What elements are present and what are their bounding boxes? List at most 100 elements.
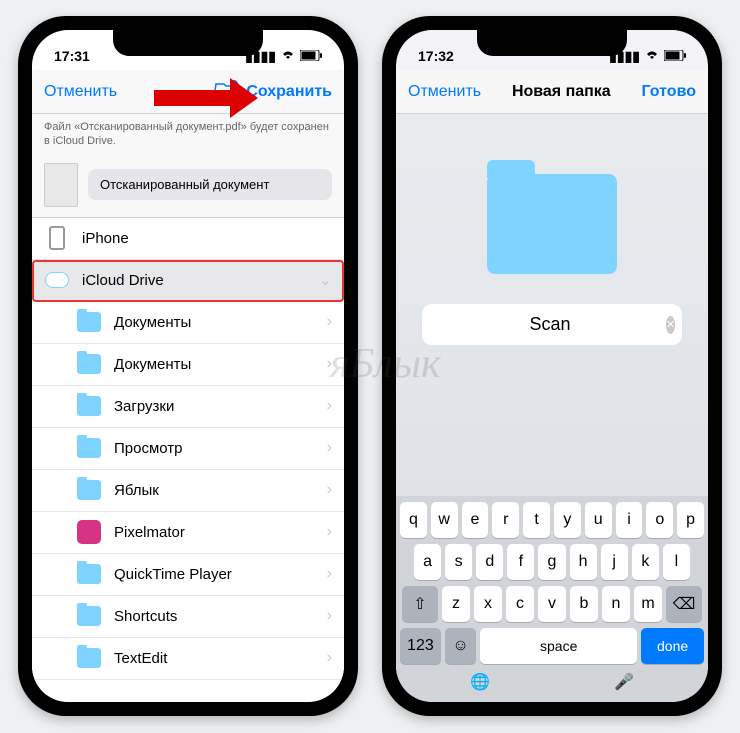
folder-name-input[interactable] — [434, 314, 666, 335]
folder-label: Документы — [114, 356, 327, 373]
folder-icon — [77, 480, 101, 500]
key-space[interactable]: space — [480, 628, 637, 664]
key-w[interactable]: w — [431, 502, 458, 538]
battery-icon — [664, 48, 686, 64]
folder-row[interactable]: TextEdit › — [32, 638, 344, 680]
key-emoji[interactable]: ☺ — [445, 628, 476, 664]
key-i[interactable]: i — [616, 502, 643, 538]
new-folder-content: ✕ — [396, 114, 708, 496]
folder-icon — [77, 354, 101, 374]
chevron-right-icon: › — [327, 565, 332, 583]
location-iphone[interactable]: iPhone — [32, 218, 344, 260]
folder-label: Документы — [114, 314, 327, 331]
document-name-field[interactable]: Отсканированный документ — [88, 169, 332, 200]
folder-icon — [77, 564, 101, 584]
iphone-icon — [49, 226, 65, 250]
document-row: Отсканированный документ — [32, 157, 344, 218]
key-r[interactable]: r — [492, 502, 519, 538]
folder-row[interactable]: QuickTime Player › — [32, 554, 344, 596]
folder-icon — [77, 438, 101, 458]
key-n[interactable]: n — [602, 586, 630, 622]
folder-row[interactable]: Документы › — [32, 344, 344, 386]
folder-label: Яблык — [114, 482, 327, 499]
folder-row[interactable]: Pixelmator › — [32, 512, 344, 554]
folder-label: Загрузки — [114, 398, 327, 415]
clear-input-button[interactable]: ✕ — [666, 316, 675, 334]
key-l[interactable]: l — [663, 544, 690, 580]
status-time: 17:32 — [418, 48, 454, 64]
large-folder-icon — [487, 174, 617, 274]
done-button[interactable]: Готово — [642, 83, 696, 101]
folder-name-field-wrap: ✕ — [422, 304, 682, 345]
key-o[interactable]: o — [646, 502, 673, 538]
key-y[interactable]: y — [554, 502, 581, 538]
key-t[interactable]: t — [523, 502, 550, 538]
folder-icon — [77, 396, 101, 416]
wifi-icon — [280, 48, 296, 64]
cloud-icon — [45, 272, 69, 288]
location-list: iPhone iCloud Drive ⌄ Документы › Докуме… — [32, 218, 344, 702]
folder-icon — [77, 648, 101, 668]
chevron-right-icon: › — [327, 355, 332, 373]
battery-icon — [300, 48, 322, 64]
key-d[interactable]: d — [476, 544, 503, 580]
key-backspace[interactable]: ⌫ — [666, 586, 702, 622]
chevron-right-icon: › — [327, 313, 332, 331]
nav-bar: Отменить Новая папка Готово — [396, 70, 708, 114]
chevron-right-icon: › — [327, 607, 332, 625]
key-e[interactable]: e — [462, 502, 489, 538]
phone-left: 17:31 ▮▮▮▮ Отменить Сохранить — [18, 16, 358, 716]
nav-title: Новая папка — [512, 83, 611, 101]
tutorial-arrow — [154, 90, 234, 106]
notch — [477, 30, 627, 56]
folder-label: Shortcuts — [114, 608, 327, 625]
folder-label: Просмотр — [114, 440, 327, 457]
location-icloud-drive[interactable]: iCloud Drive ⌄ — [32, 260, 344, 302]
chevron-right-icon: › — [327, 649, 332, 667]
key-g[interactable]: g — [538, 544, 565, 580]
key-u[interactable]: u — [585, 502, 612, 538]
key-b[interactable]: b — [570, 586, 598, 622]
location-label: iCloud Drive — [82, 272, 319, 289]
folder-row[interactable]: Просмотр › — [32, 428, 344, 470]
key-h[interactable]: h — [570, 544, 597, 580]
pixelmator-icon — [77, 520, 101, 544]
notch — [113, 30, 263, 56]
key-k[interactable]: k — [632, 544, 659, 580]
cancel-button[interactable]: Отменить — [44, 83, 117, 101]
chevron-right-icon: › — [327, 481, 332, 499]
key-x[interactable]: x — [474, 586, 502, 622]
save-button[interactable]: Сохранить — [246, 83, 332, 101]
folder-row[interactable]: Документы › — [32, 302, 344, 344]
status-time: 17:31 — [54, 48, 90, 64]
folder-row[interactable]: Загрузки › — [32, 386, 344, 428]
keyboard: q w e r t y u i o p a s d f g h j k l — [396, 496, 708, 702]
key-z[interactable]: z — [442, 586, 470, 622]
key-m[interactable]: m — [634, 586, 662, 622]
folder-row[interactable]: Shortcuts › — [32, 596, 344, 638]
folder-row[interactable]: Яблык › — [32, 470, 344, 512]
key-c[interactable]: c — [506, 586, 534, 622]
key-a[interactable]: a — [414, 544, 441, 580]
folder-icon — [77, 606, 101, 626]
key-123[interactable]: 123 — [400, 628, 441, 664]
key-p[interactable]: p — [677, 502, 704, 538]
key-shift[interactable]: ⇧ — [402, 586, 438, 622]
mic-icon[interactable]: 🎤 — [614, 672, 634, 692]
location-label: iPhone — [82, 230, 332, 247]
chevron-right-icon: › — [327, 439, 332, 457]
key-v[interactable]: v — [538, 586, 566, 622]
cancel-button[interactable]: Отменить — [408, 83, 481, 101]
key-f[interactable]: f — [507, 544, 534, 580]
chevron-down-icon: ⌄ — [319, 270, 332, 290]
folder-icon — [77, 312, 101, 332]
key-q[interactable]: q — [400, 502, 427, 538]
save-info-text: Файл «Отсканированный документ.pdf» буде… — [32, 114, 344, 157]
key-s[interactable]: s — [445, 544, 472, 580]
phone-right: 17:32 ▮▮▮▮ Отменить Новая папка Готово ✕ — [382, 16, 722, 716]
key-done[interactable]: done — [641, 628, 704, 664]
chevron-right-icon: › — [327, 523, 332, 541]
key-j[interactable]: j — [601, 544, 628, 580]
folder-label: Pixelmator — [114, 524, 327, 541]
globe-icon[interactable]: 🌐 — [470, 672, 490, 692]
